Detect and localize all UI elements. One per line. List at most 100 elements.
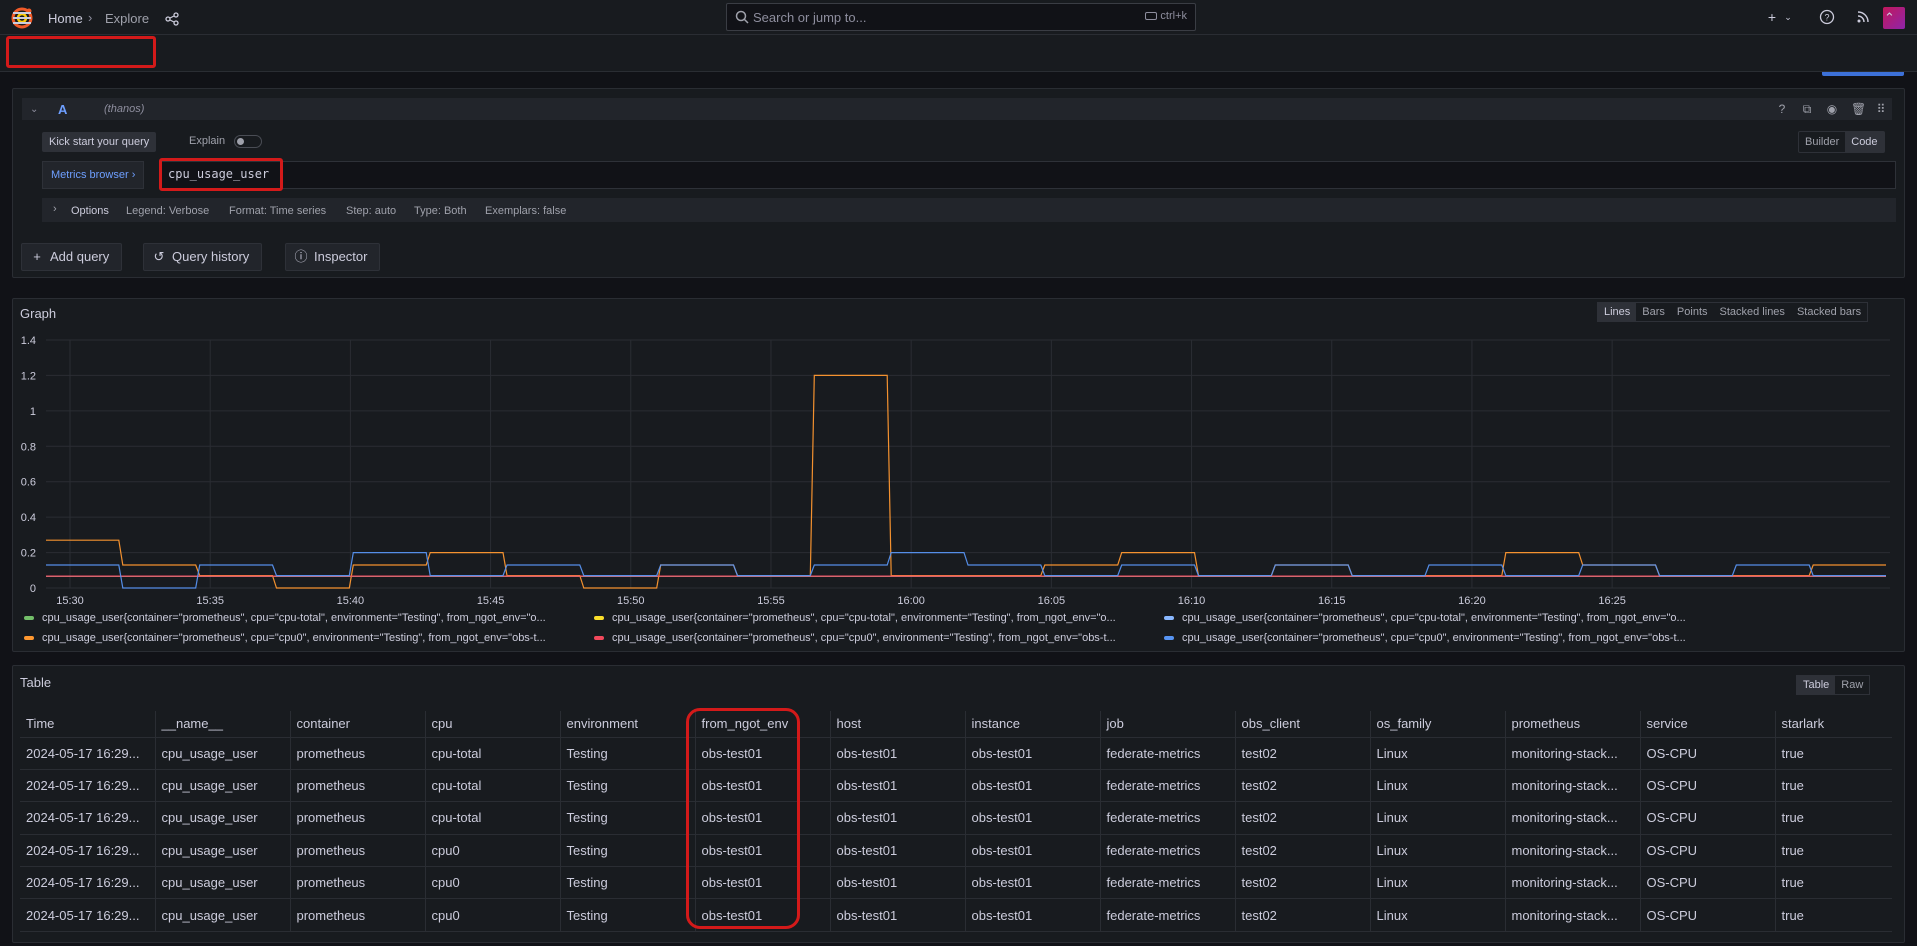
hide-query-eye-icon[interactable]: ◉ (1825, 102, 1839, 116)
series-line-5 (46, 552, 1886, 589)
column-header[interactable]: __name__ (154, 711, 290, 738)
legend-item[interactable]: cpu_usage_user{container="prometheus", c… (24, 612, 590, 624)
table-cell: cpu0 (424, 898, 560, 932)
history-icon: ↺ (153, 249, 165, 264)
duplicate-query-icon[interactable]: ⧉ (1800, 102, 1814, 116)
legend-item[interactable]: cpu_usage_user{container="prometheus", c… (594, 612, 1160, 624)
table-cell: cpu0 (424, 866, 560, 900)
options-label[interactable]: Options (71, 205, 109, 217)
column-header[interactable]: Time (20, 711, 155, 738)
metrics-browser-button[interactable]: Metrics browser › (42, 161, 145, 189)
breadcrumb-explore[interactable]: Explore (105, 11, 149, 26)
table-cell: OS-CPU (1639, 898, 1775, 932)
drag-handle-icon[interactable]: ⠿ (1874, 102, 1888, 116)
column-header[interactable]: instance (964, 711, 1100, 738)
table-cell: 2024-05-17 16:29... (20, 801, 155, 835)
code-mode-button[interactable]: Code (1845, 132, 1884, 152)
table-cell: prometheus (289, 834, 425, 868)
table-cell: obs-test01 (964, 834, 1100, 868)
table-cell: 2024-05-17 16:29... (20, 737, 155, 770)
mode-lines[interactable]: Lines (1598, 303, 1637, 321)
kick-start-button[interactable]: Kick start your query (42, 132, 157, 152)
collapse-chevron-icon[interactable]: ⌄ (30, 104, 38, 115)
query-history-button[interactable]: ↺ Query history (143, 243, 263, 271)
table-cell: obs-test01 (829, 834, 965, 868)
column-header[interactable]: os_family (1369, 711, 1505, 738)
query-help-icon[interactable]: ? (1775, 102, 1789, 116)
table-cell: test02 (1234, 769, 1370, 803)
column-header[interactable]: container (289, 711, 425, 738)
highlight-box-breadcrumb (6, 36, 156, 68)
mode-raw[interactable]: Raw (1835, 676, 1869, 694)
inspector-button[interactable]: ⓘ Inspector (285, 243, 381, 271)
legend-item[interactable]: cpu_usage_user{container="prometheus", c… (1164, 632, 1724, 644)
query-history-label: Query history (172, 249, 250, 264)
builder-mode-button[interactable]: Builder (1799, 132, 1845, 152)
column-header[interactable]: host (829, 711, 965, 738)
legend-item[interactable]: cpu_usage_user{container="prometheus", c… (24, 632, 590, 644)
legend-item[interactable]: cpu_usage_user{container="prometheus", c… (594, 632, 1160, 644)
breadcrumb-separator: › (88, 10, 93, 25)
chevron-up-icon[interactable]: ⌃ (1884, 10, 1895, 26)
options-chevron-icon[interactable]: › (53, 203, 57, 215)
table-cell: Linux (1369, 834, 1505, 868)
help-icon[interactable]: ? (1819, 9, 1835, 25)
table-cell: test02 (1234, 834, 1370, 868)
search-input[interactable]: Search or jump to... ctrl+k (726, 3, 1196, 31)
graph-mode-switch: Lines Bars Points Stacked lines Stacked … (1597, 302, 1869, 322)
table-cell: federate-metrics (1099, 866, 1235, 900)
column-header[interactable]: starlark (1774, 711, 1892, 738)
column-header[interactable]: cpu (424, 711, 560, 738)
mode-points[interactable]: Points (1671, 303, 1714, 321)
data-table: Time __name__ container cpu environment from_… (20, 711, 1892, 932)
menu-icon[interactable] (13, 12, 31, 24)
table-cell: 2024-05-17 16:29... (20, 769, 155, 803)
column-header[interactable]: prometheus (1504, 711, 1640, 738)
column-header[interactable]: service (1639, 711, 1775, 738)
table-cell: cpu_usage_user (154, 801, 290, 835)
y-tick-label: 1.4 (21, 335, 36, 347)
table-cell: obs-test01 (964, 866, 1100, 900)
y-tick-label: 0 (30, 583, 36, 595)
legend-item[interactable]: cpu_usage_user{container="prometheus", c… (1164, 612, 1724, 624)
table-cell: obs-test01 (964, 737, 1100, 770)
breadcrumb-home[interactable]: Home (48, 11, 83, 26)
search-shortcut: ctrl+k (1145, 10, 1187, 22)
mode-stacked-lines[interactable]: Stacked lines (1714, 303, 1791, 321)
table-cell: federate-metrics (1099, 737, 1235, 770)
table-cell: Testing (559, 801, 695, 835)
table-cell: prometheus (289, 866, 425, 900)
table-cell: Testing (559, 737, 695, 770)
keyboard-icon (1145, 12, 1158, 21)
explain-toggle[interactable] (234, 135, 262, 148)
table-cell: Testing (559, 898, 695, 932)
table-cell: obs-test01 (829, 866, 965, 900)
legend-swatch (594, 636, 604, 641)
column-header[interactable]: environment (559, 711, 695, 738)
table-mode-switch: Table Raw (1796, 675, 1871, 695)
table-row: 2024-05-17 16:29... cpu_usage_user prometh… (20, 898, 1892, 932)
add-query-button[interactable]: + Add query (21, 243, 123, 271)
column-header[interactable]: obs_client (1234, 711, 1370, 738)
time-series-chart[interactable]: 0 0.2 0.4 0.6 0.8 1 1.2 1.4 15:30 15:35 15:40 15:45… (0, 325, 1917, 610)
table-cell: Linux (1369, 737, 1505, 770)
chevron-down-icon[interactable]: ⌄ (1780, 9, 1796, 25)
news-rss-icon[interactable] (1855, 9, 1871, 25)
table-cell: OS-CPU (1639, 801, 1775, 835)
share-icon[interactable] (164, 11, 180, 27)
y-tick-label: 0.4 (21, 512, 36, 524)
x-tick-label: 15:55 (757, 595, 785, 607)
mode-stacked-bars[interactable]: Stacked bars (1791, 303, 1867, 321)
add-icon[interactable]: + (1764, 9, 1780, 25)
column-header[interactable]: job (1099, 711, 1235, 738)
mode-table[interactable]: Table (1797, 676, 1836, 694)
x-tick-label: 16:10 (1178, 595, 1206, 607)
table-cell: Linux (1369, 866, 1505, 900)
run-query-button-edge[interactable] (1822, 72, 1904, 76)
query-letter[interactable]: A (58, 102, 67, 117)
delete-query-trash-icon[interactable]: 🗑 (1851, 102, 1866, 116)
mode-bars[interactable]: Bars (1636, 303, 1671, 321)
x-tick-label: 15:30 (56, 595, 84, 607)
query-expression-input[interactable] (160, 161, 1896, 189)
table-cell: Linux (1369, 769, 1505, 803)
